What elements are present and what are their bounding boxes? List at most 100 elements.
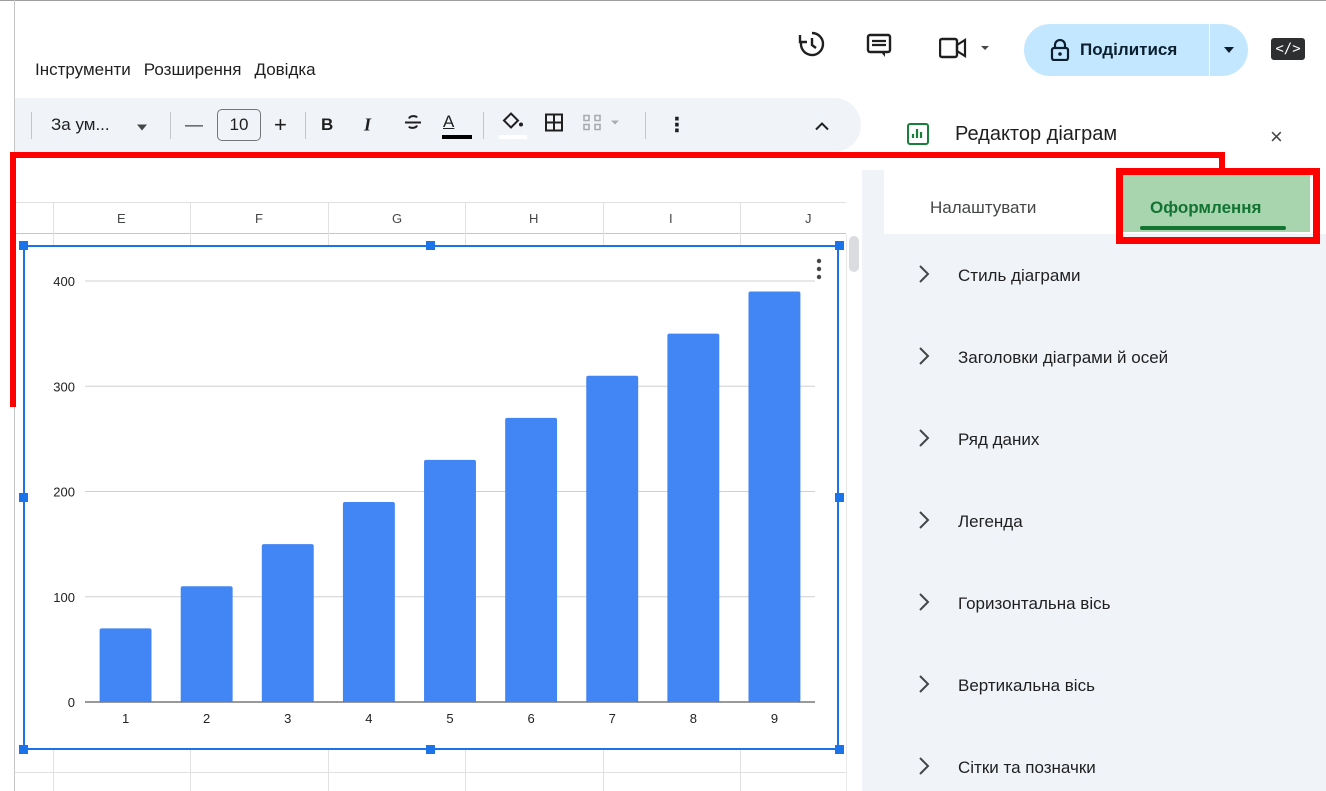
section-label: Сітки та позначки <box>958 758 1096 777</box>
x-tick-label: 1 <box>122 711 129 726</box>
bar <box>586 375 639 702</box>
section-label: Ряд даних <box>958 430 1040 449</box>
chevron-right-icon <box>919 675 930 693</box>
bold-button[interactable]: B <box>321 115 333 135</box>
chart-icon <box>907 123 929 145</box>
x-tick-label: 9 <box>771 711 778 726</box>
caret-down-icon <box>1224 47 1234 53</box>
bar <box>505 417 558 702</box>
column-j[interactable]: J <box>805 211 812 226</box>
x-tick-label: 4 <box>365 711 372 726</box>
column-f[interactable]: F <box>255 211 263 226</box>
section-label: Вертикальна вісь <box>958 676 1095 695</box>
menu-tools[interactable]: Інструменти <box>35 60 131 80</box>
more-options-icon[interactable]: ⋮ <box>667 113 687 138</box>
chart-menu-icon[interactable] <box>816 257 822 281</box>
share-main[interactable]: Поділитися <box>1024 24 1209 76</box>
bar <box>748 291 801 702</box>
chevron-right-icon <box>919 757 930 775</box>
chevron-right-icon <box>919 429 930 447</box>
column-e[interactable]: E <box>117 211 126 226</box>
section-label: Стиль діаграми <box>958 266 1081 285</box>
resize-handle[interactable] <box>426 241 435 250</box>
share-dropdown-button[interactable] <box>1210 24 1248 76</box>
bar <box>667 333 720 702</box>
menu-bar: Інструменти Розширення Довідка <box>35 60 329 80</box>
grid-line <box>15 772 846 773</box>
x-tick-label: 5 <box>446 711 453 726</box>
history-icon[interactable] <box>798 30 826 63</box>
resize-handle[interactable] <box>426 745 435 754</box>
section-series[interactable]: Ряд даних <box>862 420 1326 460</box>
resize-handle[interactable] <box>19 493 28 502</box>
y-tick-label: 300 <box>53 379 75 394</box>
highlight-line-top <box>10 152 1225 158</box>
y-tick-label: 400 <box>53 274 75 289</box>
column-i[interactable]: I <box>669 211 673 226</box>
text-color-swatch <box>442 135 472 139</box>
font-caret-icon[interactable] <box>137 115 147 136</box>
share-button[interactable]: Поділитися <box>1024 24 1248 76</box>
resize-handle[interactable] <box>835 493 844 502</box>
y-tick-label: 200 <box>53 485 75 500</box>
y-tick-label: 0 <box>68 695 75 710</box>
bar <box>342 502 395 702</box>
x-tick-label: 3 <box>284 711 291 726</box>
embed-icon[interactable]: </> <box>1271 38 1305 60</box>
strikethrough-icon[interactable] <box>403 113 423 138</box>
increase-font-button[interactable]: + <box>274 112 287 138</box>
resize-handle[interactable] <box>19 241 28 250</box>
section-label: Легенда <box>958 512 1023 531</box>
section-gridlines[interactable]: Сітки та позначки <box>862 748 1326 788</box>
font-select[interactable]: За ум... <box>51 115 110 135</box>
column-h[interactable]: H <box>529 211 538 226</box>
bar <box>261 544 314 702</box>
x-tick-label: 7 <box>609 711 616 726</box>
bar <box>424 459 476 702</box>
highlight-box-design-tab <box>1116 168 1320 244</box>
lock-icon <box>1050 39 1070 61</box>
column-header: E F G H I J <box>15 202 846 235</box>
section-chart-style[interactable]: Стиль діаграми <box>862 256 1326 296</box>
merge-cells-icon <box>583 114 623 137</box>
x-tick-label: 2 <box>203 711 210 726</box>
x-tick-label: 6 <box>527 711 534 726</box>
section-label: Заголовки діаграми й осей <box>958 348 1169 367</box>
text-color-button[interactable]: A <box>443 112 454 132</box>
menu-extensions[interactable]: Розширення <box>144 60 242 80</box>
fill-color-swatch <box>499 135 527 139</box>
chart-editor-header: Редактор діаграм × <box>862 98 1326 170</box>
italic-button[interactable]: I <box>364 115 371 136</box>
close-icon[interactable]: × <box>1270 124 1283 150</box>
meet-icon[interactable] <box>938 37 991 64</box>
font-size-input[interactable]: 10 <box>217 109 261 141</box>
toolbar: За ум... — 10 + B I A ⋮ <box>15 98 861 152</box>
chevron-right-icon <box>919 265 930 283</box>
vertical-scrollbar[interactable] <box>846 234 861 791</box>
chevron-right-icon <box>919 347 930 365</box>
section-legend[interactable]: Легенда <box>862 502 1326 542</box>
section-horizontal-axis[interactable]: Горизонтальна вісь <box>862 584 1326 624</box>
resize-handle[interactable] <box>19 745 28 754</box>
column-g[interactable]: G <box>392 211 402 226</box>
tab-customize[interactable]: Налаштувати <box>930 198 1036 218</box>
section-titles[interactable]: Заголовки діаграми й осей <box>862 338 1326 378</box>
collapse-toolbar-icon[interactable] <box>815 115 829 136</box>
scrollbar-thumb[interactable] <box>849 236 859 272</box>
x-tick-label: 8 <box>690 711 697 726</box>
section-vertical-axis[interactable]: Вертикальна вісь <box>862 666 1326 706</box>
toolbar-separator <box>483 112 484 139</box>
comment-icon[interactable] <box>866 33 892 64</box>
toolbar-separator <box>645 112 646 139</box>
bar-chart[interactable]: 0 100 200 300 400 1 2 3 4 5 6 7 8 9 <box>23 245 841 752</box>
resize-handle[interactable] <box>835 745 844 754</box>
decrease-font-button[interactable]: — <box>185 115 203 136</box>
toolbar-separator <box>305 112 306 139</box>
borders-icon[interactable] <box>545 113 563 137</box>
resize-handle[interactable] <box>835 241 844 250</box>
bar <box>99 628 152 702</box>
chevron-right-icon <box>919 593 930 611</box>
toolbar-separator <box>31 112 32 139</box>
menu-help[interactable]: Довідка <box>254 60 315 80</box>
chevron-right-icon <box>919 511 930 529</box>
